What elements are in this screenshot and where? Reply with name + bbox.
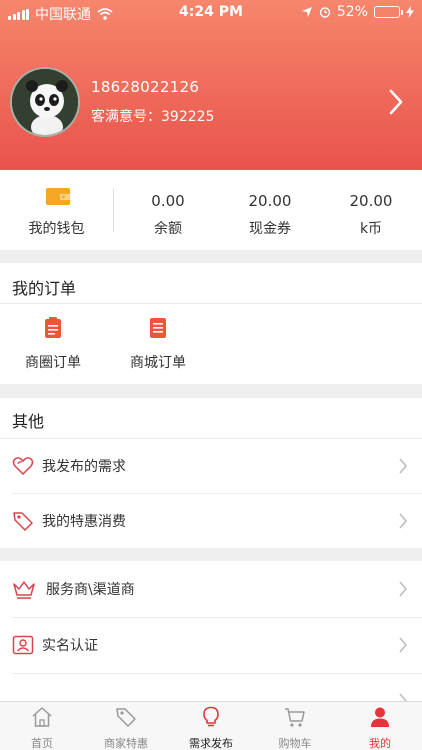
tab-merchant-deals[interactable]: 商家特惠: [84, 702, 168, 750]
divider: [113, 188, 114, 232]
coupon-label: 现金券: [249, 221, 291, 237]
tab-cart-label: 购物车: [278, 737, 312, 750]
user-icon: [371, 707, 389, 727]
order-list-icon: [150, 318, 166, 338]
heart-outline-icon: [12, 457, 34, 476]
chevron-right-icon: [399, 693, 408, 701]
bottom-tab-bar: 首页 商家特惠 需求发布 购物车 我的: [0, 701, 422, 750]
kcoin-value: 20.00: [349, 192, 393, 210]
chevron-right-icon: [399, 581, 408, 597]
service-provider-label: 服务商\渠道商: [46, 582, 135, 598]
kcoin-stat[interactable]: 20.00 k币: [321, 170, 421, 250]
my-discounts-row[interactable]: 我的特惠消费: [0, 493, 422, 548]
alarm-icon: [319, 7, 331, 18]
tab-mine[interactable]: 我的: [338, 702, 422, 750]
other-section: 其他 我发布的需求 我的特惠消费: [0, 398, 422, 548]
tab-merchant-deals-label: 商家特惠: [104, 737, 148, 750]
wallet-summary: 我的钱包 0.00 余额 20.00 现金券 20.00 k币: [0, 170, 422, 250]
tab-cart[interactable]: 购物车: [253, 702, 337, 750]
services-section: 服务商\渠道商 实名认证: [0, 561, 422, 701]
coupon-value: 20.00: [248, 192, 292, 210]
wallet-icon: [46, 188, 70, 205]
chevron-right-icon: [399, 513, 408, 529]
my-requests-row[interactable]: 我发布的需求: [0, 438, 422, 493]
lightbulb-icon: [203, 706, 219, 727]
id-card-icon: [12, 635, 34, 655]
wallet-label: 我的钱包: [28, 221, 85, 237]
balance-label: 余额: [154, 221, 182, 237]
cart-icon: [285, 708, 305, 727]
balance-stat[interactable]: 0.00 余额: [118, 170, 218, 250]
kcoin-label: k币: [359, 221, 383, 237]
tab-post-request-label: 需求发布: [189, 737, 233, 750]
coupon-stat[interactable]: 20.00 现金券: [220, 170, 320, 250]
panda-avatar-image: [12, 69, 78, 135]
balance-value: 0.00: [151, 192, 185, 210]
diamond-icon: [12, 690, 34, 701]
other-title: 其他: [12, 412, 45, 431]
chevron-right-icon: [399, 458, 408, 474]
partially-visible-row[interactable]: [0, 673, 422, 701]
user-phone: 18628022126: [91, 78, 200, 96]
my-requests-label: 我发布的需求: [42, 459, 126, 475]
profile-header: 中国联通 4:24 PM 52% 18628022126 客满意号：392225: [0, 0, 422, 170]
tab-mine-label: 我的: [369, 737, 391, 750]
service-provider-row[interactable]: 服务商\渠道商: [0, 561, 422, 616]
home-icon: [32, 707, 52, 727]
tag-icon: [13, 512, 33, 531]
mall-orders-label: 商城订单: [130, 355, 186, 371]
battery-percent: 52%: [336, 4, 368, 20]
my-discounts-label: 我的特惠消费: [42, 514, 126, 530]
order-list-icon: [45, 317, 61, 338]
avatar[interactable]: [10, 67, 80, 137]
tab-home-label: 首页: [31, 737, 53, 750]
customer-id: 客满意号：392225: [91, 109, 215, 125]
real-name-auth-label: 实名认证: [42, 638, 98, 654]
chevron-right-icon[interactable]: [386, 88, 406, 116]
my-wallet-button[interactable]: 我的钱包: [0, 170, 113, 250]
district-orders-label: 商圈订单: [25, 355, 81, 371]
battery-icon: [374, 6, 403, 18]
orders-title: 我的订单: [12, 279, 77, 298]
real-name-auth-row[interactable]: 实名认证: [0, 617, 422, 672]
orders-section: 我的订单 商圈订单 商城订单: [0, 263, 422, 384]
charging-icon: [406, 6, 414, 18]
tab-post-request[interactable]: 需求发布: [169, 702, 253, 750]
tab-home[interactable]: 首页: [0, 702, 84, 750]
tag-icon: [116, 708, 136, 727]
divider: [0, 303, 422, 304]
chevron-right-icon: [399, 637, 408, 653]
crown-icon: [13, 581, 35, 599]
location-arrow-icon: [301, 7, 312, 17]
status-bar: 中国联通 4:24 PM 52%: [0, 0, 422, 26]
